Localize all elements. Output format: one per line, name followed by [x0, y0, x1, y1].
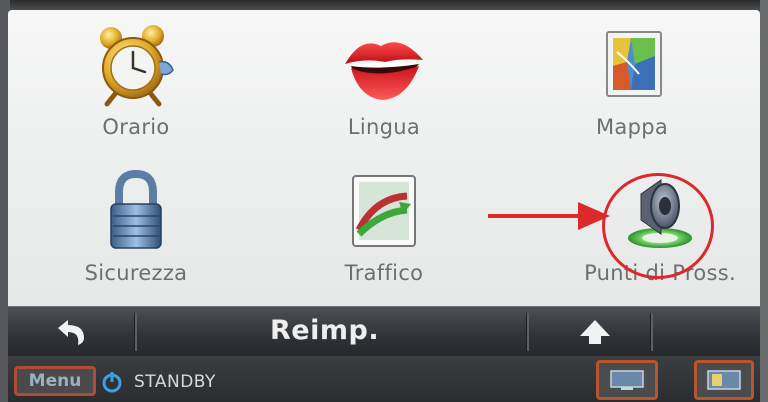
menu-item-lingua[interactable]: Lingua — [284, 14, 484, 144]
bottom-bar: Reimp. — [8, 306, 760, 357]
bar-divider — [650, 313, 653, 351]
bar-divider — [134, 313, 137, 351]
map-icon — [606, 31, 662, 97]
menu-item-label: Mappa — [595, 115, 669, 139]
screen-title: Reimp. — [270, 315, 380, 346]
menu-item-orario[interactable]: Orario — [36, 14, 236, 144]
lips-icon — [345, 42, 423, 100]
device-status-bar: Menu STANDBY — [8, 356, 760, 402]
standby-label: STANDBY — [134, 372, 216, 392]
menu-item-traffico[interactable]: Traffico — [284, 160, 484, 290]
settings-screen: Orario Lingua Mappa Sicurezza Traffico P… — [8, 10, 760, 306]
menu-button[interactable]: Menu — [14, 366, 96, 396]
up-button[interactable] — [556, 307, 634, 357]
menu-item-mappa[interactable]: Mappa — [532, 14, 732, 144]
map-view-icon — [707, 370, 741, 390]
padlock-icon — [110, 169, 162, 249]
menu-item-sicurezza[interactable]: Sicurezza — [36, 160, 236, 290]
device-screen-button[interactable] — [596, 360, 658, 400]
device-bezel-right — [760, 0, 768, 402]
menu-item-label: Lingua — [347, 115, 421, 139]
annotation-arrow-icon — [488, 202, 610, 230]
menu-item-label: Sicurezza — [84, 261, 188, 285]
bar-divider — [526, 313, 529, 351]
up-arrow-icon — [580, 320, 610, 344]
device-map-button[interactable] — [694, 360, 754, 400]
back-arrow-icon — [58, 320, 84, 345]
alarm-clock-icon — [100, 25, 174, 107]
menu-item-label: Orario — [102, 115, 170, 139]
back-button[interactable] — [36, 307, 106, 357]
display-icon — [610, 370, 644, 390]
annotation-circle — [602, 173, 714, 279]
menu-item-label: Traffico — [344, 261, 424, 285]
power-icon — [102, 372, 122, 393]
traffic-icon — [352, 175, 416, 247]
